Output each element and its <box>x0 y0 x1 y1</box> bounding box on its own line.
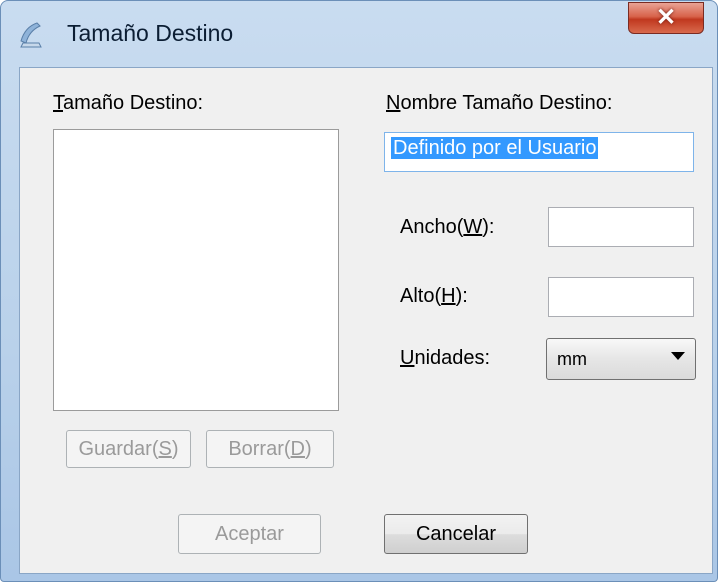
cancel-button[interactable]: Cancelar <box>384 514 528 554</box>
window-title: Tamaño Destino <box>67 20 234 46</box>
height-label: Alto(H): <box>400 285 468 307</box>
ok-button[interactable]: Aceptar <box>178 514 321 554</box>
close-button[interactable]: ✕ <box>628 2 704 34</box>
dialog-window: Tamaño Destino ✕ Tamaño Destino: Nombre … <box>0 0 718 582</box>
units-select[interactable]: mm <box>546 338 696 380</box>
save-button[interactable]: Guardar(S) <box>66 430 191 468</box>
target-size-name-input[interactable]: Definido por el Usuario <box>384 132 694 172</box>
target-size-name-value: Definido por el Usuario <box>391 137 599 159</box>
width-input[interactable] <box>548 207 694 247</box>
units-label: Unidades: <box>400 347 491 369</box>
target-size-list[interactable] <box>53 129 339 411</box>
title-bar[interactable]: Tamaño Destino ✕ <box>1 1 717 67</box>
target-size-name-label: Nombre Tamaño Destino: <box>386 92 613 114</box>
app-icon <box>20 22 42 48</box>
target-size-list-label: Tamaño Destino: <box>53 92 204 114</box>
width-label: Ancho(W): <box>400 216 495 238</box>
dialog-client-area: Tamaño Destino: Nombre Tamaño Destino: D… <box>19 67 713 574</box>
delete-button[interactable]: Borrar(D) <box>206 430 334 468</box>
close-icon: ✕ <box>655 4 677 31</box>
height-input[interactable] <box>548 277 694 317</box>
units-selected-value: mm <box>557 349 587 369</box>
chevron-down-icon <box>671 352 685 360</box>
